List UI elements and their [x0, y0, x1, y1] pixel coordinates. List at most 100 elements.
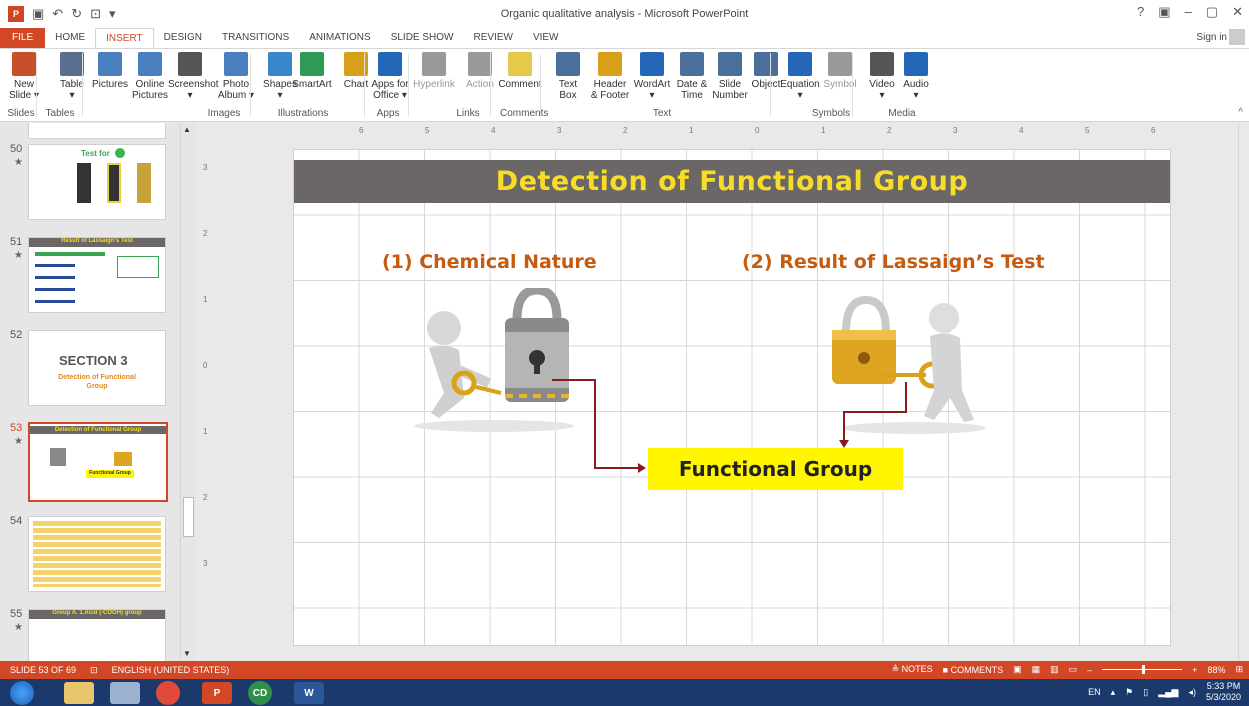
online-icon: [138, 52, 162, 76]
ribbon-button-header[interactable]: Header & Footer: [588, 52, 632, 101]
ribbon-button-hyperlink[interactable]: Hyperlink: [412, 52, 456, 90]
powerpoint-taskbar-icon[interactable]: P: [202, 682, 232, 704]
ribbon-button-apps-for[interactable]: Apps for Office ▾: [368, 52, 412, 101]
undo-icon[interactable]: ↶: [52, 6, 63, 22]
thumb-caption: Test for: [81, 149, 110, 158]
table-icon: [60, 52, 84, 76]
tab-view[interactable]: VIEW: [523, 28, 569, 48]
file-explorer-icon[interactable]: [64, 682, 94, 704]
minimize-button[interactable]: –: [1185, 4, 1192, 20]
reading-view-icon[interactable]: ▥: [1050, 664, 1059, 675]
zoom-level[interactable]: 88%: [1207, 665, 1225, 675]
ribbon-button-sublabel: & Footer: [590, 90, 630, 101]
ruler-tick-label: 2: [623, 126, 628, 135]
ribbon-button-text[interactable]: Text Box: [546, 52, 590, 101]
ribbon-button-equation[interactable]: Equation ▾: [778, 52, 822, 101]
ribbon-button-pictures[interactable]: Pictures: [88, 52, 132, 90]
ribbon-button-photo[interactable]: Photo Album ▾: [214, 52, 258, 101]
scroll-down-icon[interactable]: ▼: [183, 649, 191, 658]
zoom-slider[interactable]: [1102, 665, 1183, 674]
notes-button[interactable]: ≜ NOTES: [892, 664, 933, 675]
ribbon-button-sublabel: ▾: [187, 90, 193, 101]
slide-thumbnail-54[interactable]: [28, 516, 166, 592]
tab-file[interactable]: FILE: [0, 28, 46, 48]
slide-number: 50: [10, 143, 23, 155]
ribbon-display-button[interactable]: ▣: [1158, 4, 1170, 20]
slide-thumbnail-55[interactable]: Group A. 1.Acid (-COOH) group: [28, 609, 166, 661]
tab-home[interactable]: HOME: [45, 28, 95, 48]
snipping-tool-icon[interactable]: [110, 682, 140, 704]
help-button[interactable]: ?: [1137, 4, 1144, 20]
slide-sorter-icon[interactable]: ▦: [1032, 664, 1041, 675]
volume-icon[interactable]: ◂): [1188, 687, 1196, 698]
language-indicator[interactable]: ENGLISH (UNITED STATES): [112, 665, 230, 676]
tab-slide-show[interactable]: SLIDE SHOW: [381, 28, 464, 48]
test-tube-image: [137, 163, 151, 203]
slide-thumbnail-50[interactable]: Test for: [28, 144, 166, 220]
ribbon-button-symbol[interactable]: Symbol: [818, 52, 862, 90]
restore-button[interactable]: ▢: [1206, 4, 1218, 20]
cd-app-icon[interactable]: CD: [248, 681, 272, 705]
zoom-slider-thumb[interactable]: [1142, 665, 1146, 674]
slide-thumbnail-49[interactable]: [28, 123, 166, 139]
slide-thumbnail-53-selected[interactable]: Detection of Functional Group Functional…: [28, 422, 168, 502]
test-tube-image: [107, 163, 121, 203]
customize-qat-icon[interactable]: ▾: [109, 6, 116, 22]
close-button[interactable]: ✕: [1232, 4, 1243, 20]
ribbon-button-sublabel: ▾: [913, 90, 919, 101]
scrollbar-thumb[interactable]: [183, 497, 194, 537]
equation-icon: [788, 52, 812, 76]
scroll-up-icon[interactable]: ▲: [183, 125, 191, 134]
clock-date: 5/3/2020: [1205, 692, 1241, 702]
title-bar: P ▣ ↶ ↻ ⊡ ▾ Organic qualitative analysis…: [0, 0, 1249, 28]
start-button[interactable]: [10, 681, 34, 705]
ribbon-button-label: SmartArt: [292, 79, 332, 90]
slide-thumbnail-51[interactable]: Result of Lassaign's Test: [28, 237, 166, 313]
battery-icon[interactable]: ▯: [1143, 687, 1148, 698]
action-center-icon[interactable]: ⚑: [1125, 687, 1133, 698]
redo-icon[interactable]: ↻: [71, 6, 82, 22]
zoom-in-icon[interactable]: +: [1192, 665, 1197, 675]
tab-insert[interactable]: INSERT: [95, 28, 154, 48]
ribbon-button-screenshot[interactable]: Screenshot ▾: [168, 52, 219, 101]
account-avatar[interactable]: [1229, 29, 1245, 45]
collapse-ribbon-icon[interactable]: ^: [1238, 107, 1243, 118]
chrome-icon[interactable]: [156, 681, 180, 705]
tab-design[interactable]: DESIGN: [154, 28, 212, 48]
ribbon-button-online[interactable]: Online Pictures: [128, 52, 172, 101]
current-slide[interactable]: Detection of Functional Group (1) Chemic…: [294, 150, 1170, 645]
tab-transitions[interactable]: TRANSITIONS: [212, 28, 299, 48]
comments-button[interactable]: ■ COMMENTS: [943, 665, 1003, 675]
shapes-icon: [268, 52, 292, 76]
tab-review[interactable]: REVIEW: [463, 28, 522, 48]
word-taskbar-icon[interactable]: W: [294, 682, 324, 704]
save-icon[interactable]: ▣: [32, 6, 44, 22]
thumb-caption: Detection of Functional Group: [30, 426, 166, 434]
normal-view-icon[interactable]: ▣: [1013, 664, 1022, 675]
ribbon-button-comment[interactable]: Comment: [498, 52, 542, 90]
ribbon-button-action[interactable]: Action: [458, 52, 502, 90]
network-signal-icon[interactable]: ▂▄▆: [1158, 687, 1178, 698]
slideshow-icon[interactable]: ▭: [1069, 664, 1078, 675]
editor-scrollbar[interactable]: [1238, 123, 1249, 661]
ruler-tick-label: 2: [887, 126, 892, 135]
ribbon-button-audio[interactable]: Audio ▾: [894, 52, 938, 101]
ribbon-button-new[interactable]: New Slide ▾: [2, 52, 46, 101]
thumbnails-scrollbar[interactable]: ▲ ▼: [180, 123, 196, 661]
start-from-beginning-icon[interactable]: ⊡: [90, 6, 101, 22]
sign-in-link[interactable]: Sign in: [1196, 32, 1227, 43]
zoom-out-icon[interactable]: –: [1087, 665, 1092, 675]
ribbon-button-smartart[interactable]: SmartArt: [290, 52, 334, 90]
ribbon-button-wordart[interactable]: WordArt ▾: [630, 52, 674, 101]
input-language[interactable]: EN: [1088, 687, 1101, 697]
slide-number: 55: [10, 608, 23, 620]
functional-group-callout[interactable]: Functional Group: [648, 448, 903, 490]
ruler-tick-label: 4: [1019, 126, 1024, 135]
spell-check-icon[interactable]: ⊡: [90, 665, 98, 676]
fit-to-window-icon[interactable]: ⊞: [1235, 664, 1243, 675]
slide-thumbnail-52[interactable]: SECTION 3 Detection of Functional Group: [28, 330, 166, 406]
clock[interactable]: 5:33 PM 5/3/2020: [1206, 681, 1241, 703]
tab-animations[interactable]: ANIMATIONS: [299, 28, 380, 48]
tray-expand-icon[interactable]: ▴: [1111, 687, 1116, 698]
arrow-head-icon: [638, 463, 646, 473]
